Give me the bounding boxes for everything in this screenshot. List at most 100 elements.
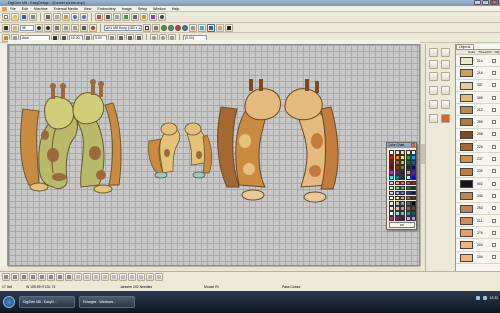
menu-external-media[interactable]: External Media <box>54 7 78 11</box>
color-swatch[interactable] <box>405 150 411 155</box>
color-swatch[interactable] <box>400 175 405 181</box>
save-button[interactable] <box>20 13 28 21</box>
color-swatch[interactable] <box>389 185 394 191</box>
shirt-back-icon[interactable] <box>83 273 91 281</box>
color-swatch[interactable] <box>400 170 405 175</box>
color-swatch[interactable] <box>394 216 400 221</box>
task-enlarges[interactable]: Enlarges - Windows... <box>79 296 135 308</box>
color-swatch[interactable] <box>411 195 416 201</box>
thread-swatch[interactable] <box>460 253 473 262</box>
color-swatch[interactable] <box>405 175 411 181</box>
color-swatch[interactable] <box>405 160 411 165</box>
menu-machine[interactable]: Machine <box>34 7 48 11</box>
color-swatch[interactable] <box>405 180 411 186</box>
menu-help[interactable]: Help <box>172 7 179 11</box>
thread-row[interactable]: 240 <box>456 190 500 203</box>
trace-icon[interactable] <box>189 23 197 32</box>
grid-toggle-icon[interactable] <box>62 23 70 32</box>
house-icon[interactable] <box>429 86 438 95</box>
thread-swatch[interactable] <box>460 106 473 115</box>
rotate-icon[interactable] <box>11 273 19 281</box>
color-swatch[interactable] <box>394 206 400 211</box>
color-swatch[interactable] <box>400 211 405 216</box>
color-swatch[interactable] <box>405 170 411 175</box>
link-icon[interactable] <box>429 114 438 123</box>
thread-swatch[interactable] <box>460 241 473 250</box>
tab-objects[interactable]: Objects <box>456 44 474 49</box>
thread-row[interactable]: 237 <box>456 153 500 166</box>
paste-button[interactable] <box>62 13 70 21</box>
thread-row[interactable]: 253 <box>456 203 500 215</box>
sock-icon[interactable] <box>119 273 127 281</box>
visibility-checkbox[interactable] <box>492 70 496 75</box>
thread-swatch[interactable] <box>460 167 473 176</box>
thread-row[interactable]: 299 <box>456 116 500 129</box>
color-swatch[interactable] <box>411 175 416 181</box>
color-swatch[interactable] <box>400 190 405 196</box>
zoom-in-icon[interactable] <box>35 23 43 32</box>
thread-swatch[interactable] <box>460 143 473 152</box>
color-swatch[interactable] <box>394 180 400 186</box>
color-swatch[interactable] <box>411 216 416 221</box>
close-button[interactable]: x <box>490 0 499 5</box>
undo-button[interactable] <box>71 13 79 21</box>
ungroup-icon[interactable] <box>56 273 64 281</box>
thread-row[interactable]: 204 <box>456 252 500 265</box>
node-icon[interactable] <box>441 100 450 109</box>
thread-row[interactable]: 337 <box>456 80 500 92</box>
minimize-button[interactable]: _ <box>474 0 481 5</box>
menu-setup[interactable]: Setup <box>138 7 147 11</box>
arrow-icon[interactable] <box>2 23 10 32</box>
color-swatch[interactable] <box>394 165 400 170</box>
color-swatch[interactable] <box>405 206 411 211</box>
stop-icon[interactable] <box>175 24 181 31</box>
color-swatch[interactable] <box>389 195 394 201</box>
thread-row[interactable]: 208 <box>456 129 500 142</box>
hoop-display-icon[interactable] <box>143 23 151 32</box>
task-digigen[interactable]: DigiGen M8 - EasyD... <box>19 296 75 308</box>
zoom-field[interactable]: 56 <box>20 24 34 31</box>
color-swatch[interactable] <box>389 160 394 165</box>
visibility-checkbox[interactable] <box>492 58 496 63</box>
color-swatch[interactable] <box>411 200 416 206</box>
needle-icon[interactable] <box>80 23 88 32</box>
run-icon[interactable] <box>441 60 450 69</box>
color-swatch[interactable] <box>394 211 400 216</box>
visibility-checkbox[interactable] <box>492 120 496 125</box>
color-chart-ok-button[interactable]: OK <box>389 222 415 228</box>
color-swatch[interactable] <box>394 200 400 206</box>
thread-swatch[interactable] <box>460 204 473 213</box>
color-swatch[interactable] <box>389 206 394 211</box>
color-swatch[interactable] <box>405 216 411 221</box>
library-icon[interactable] <box>216 23 224 32</box>
print-button[interactable] <box>29 13 37 21</box>
color-swatch[interactable] <box>405 155 411 160</box>
applique-icon[interactable] <box>441 72 450 81</box>
color-swatch[interactable] <box>400 206 405 211</box>
color-swatch[interactable] <box>389 155 394 160</box>
center-icon[interactable] <box>152 23 160 32</box>
color-swatch[interactable] <box>389 200 394 206</box>
thread-swatch[interactable] <box>460 216 473 225</box>
3d-view-icon[interactable] <box>149 13 157 21</box>
thread-row[interactable]: 212 <box>456 104 500 117</box>
redo-button[interactable] <box>80 13 88 21</box>
visibility-checkbox[interactable] <box>492 95 496 100</box>
color-swatch[interactable] <box>411 206 416 211</box>
pillow-icon[interactable] <box>128 273 136 281</box>
design-canvas[interactable] <box>8 44 420 266</box>
color-swatch[interactable] <box>389 150 394 155</box>
select-mode-icon[interactable] <box>207 23 215 32</box>
color-swatch[interactable] <box>400 150 405 155</box>
color-fill-icon[interactable] <box>441 114 450 123</box>
apron-icon[interactable] <box>137 273 145 281</box>
visibility-checkbox[interactable] <box>492 157 496 162</box>
color-swatch[interactable] <box>411 150 416 155</box>
fill-icon[interactable] <box>429 60 438 69</box>
color-wheel-icon[interactable] <box>89 23 97 32</box>
start-button[interactable] <box>3 296 15 308</box>
start-stitch-icon[interactable] <box>161 24 167 31</box>
color-swatch[interactable] <box>405 195 411 201</box>
scale-icon[interactable] <box>38 273 46 281</box>
color-swatch[interactable] <box>400 185 405 191</box>
